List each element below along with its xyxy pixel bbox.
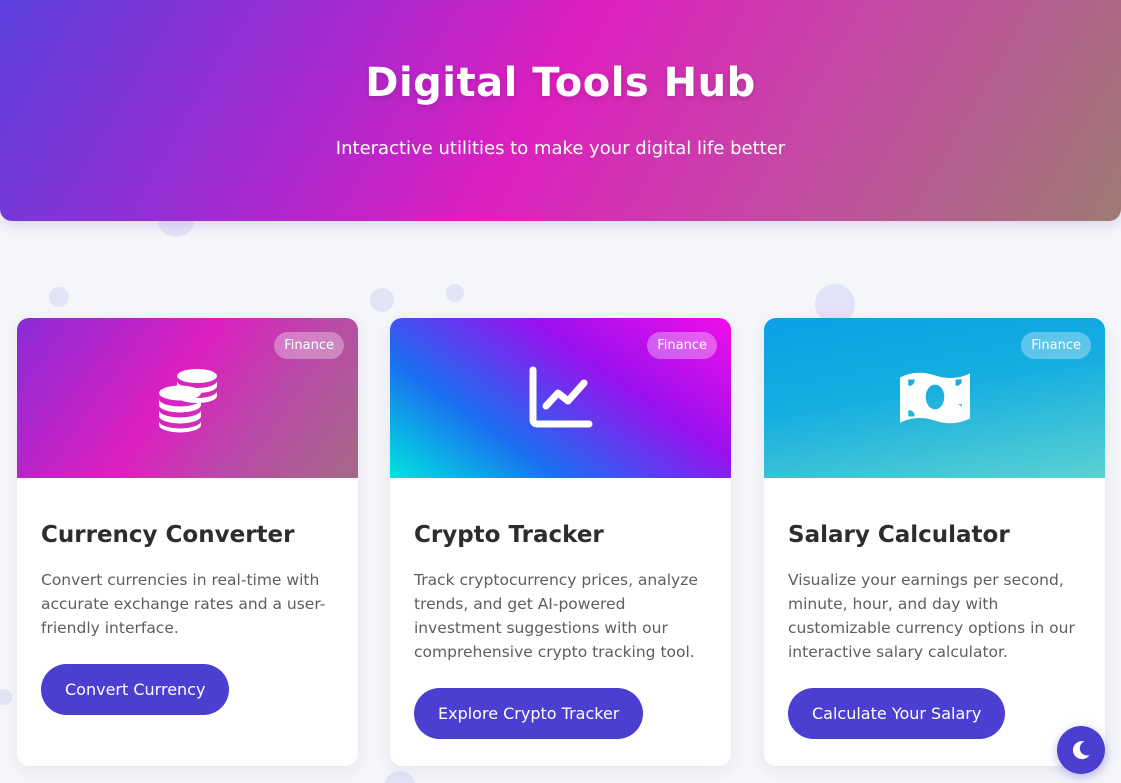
coins-icon <box>158 369 217 433</box>
hero-header: Digital Tools Hub Interactive utilities … <box>0 0 1121 221</box>
card-banner: Finance <box>390 318 731 478</box>
calculate-salary-button[interactable]: Calculate Your Salary <box>788 688 1006 739</box>
convert-currency-button[interactable]: Convert Currency <box>41 664 230 715</box>
card-title: Salary Calculator <box>788 522 1010 548</box>
category-badge: Finance <box>647 332 717 359</box>
card-title: Currency Converter <box>41 522 295 548</box>
card-description: Track cryptocurrency prices, analyze tre… <box>414 571 698 661</box>
tool-card-crypto-tracker: Finance Crypto Tracker Track cryptocurre… <box>390 318 731 766</box>
money-bill-icon <box>899 372 970 424</box>
chart-line-icon <box>529 366 592 428</box>
card-body: Currency Converter Convert currencies in… <box>17 478 358 715</box>
page-title: Digital Tools Hub <box>365 60 756 106</box>
card-banner: Finance <box>17 318 358 478</box>
tool-card-salary-calculator: Finance Salary Calculator Visualize your… <box>764 318 1105 766</box>
background-bubble <box>384 771 416 783</box>
page-subtitle: Interactive utilities to make your digit… <box>335 138 786 159</box>
card-banner: Finance <box>764 318 1105 478</box>
background-bubble <box>0 689 12 705</box>
card-body: Crypto Tracker Track cryptocurrency pric… <box>390 478 731 739</box>
moon-icon <box>1072 741 1090 760</box>
explore-crypto-tracker-button[interactable]: Explore Crypto Tracker <box>414 688 644 739</box>
theme-toggle-button[interactable] <box>1057 726 1105 774</box>
card-description: Convert currencies in real-time with acc… <box>41 571 326 637</box>
category-badge: Finance <box>274 332 344 359</box>
page: Digital Tools Hub Interactive utilities … <box>0 0 1121 783</box>
card-description: Visualize your earnings per second, minu… <box>788 571 1075 661</box>
background-bubble <box>446 284 464 302</box>
category-badge: Finance <box>1021 332 1091 359</box>
tool-card-currency-converter: Finance Currency Converter Convert curre… <box>17 318 358 766</box>
background-bubble <box>370 288 394 312</box>
background-bubble <box>49 287 69 307</box>
card-body: Salary Calculator Visualize your earning… <box>764 478 1105 739</box>
card-title: Crypto Tracker <box>414 522 604 548</box>
